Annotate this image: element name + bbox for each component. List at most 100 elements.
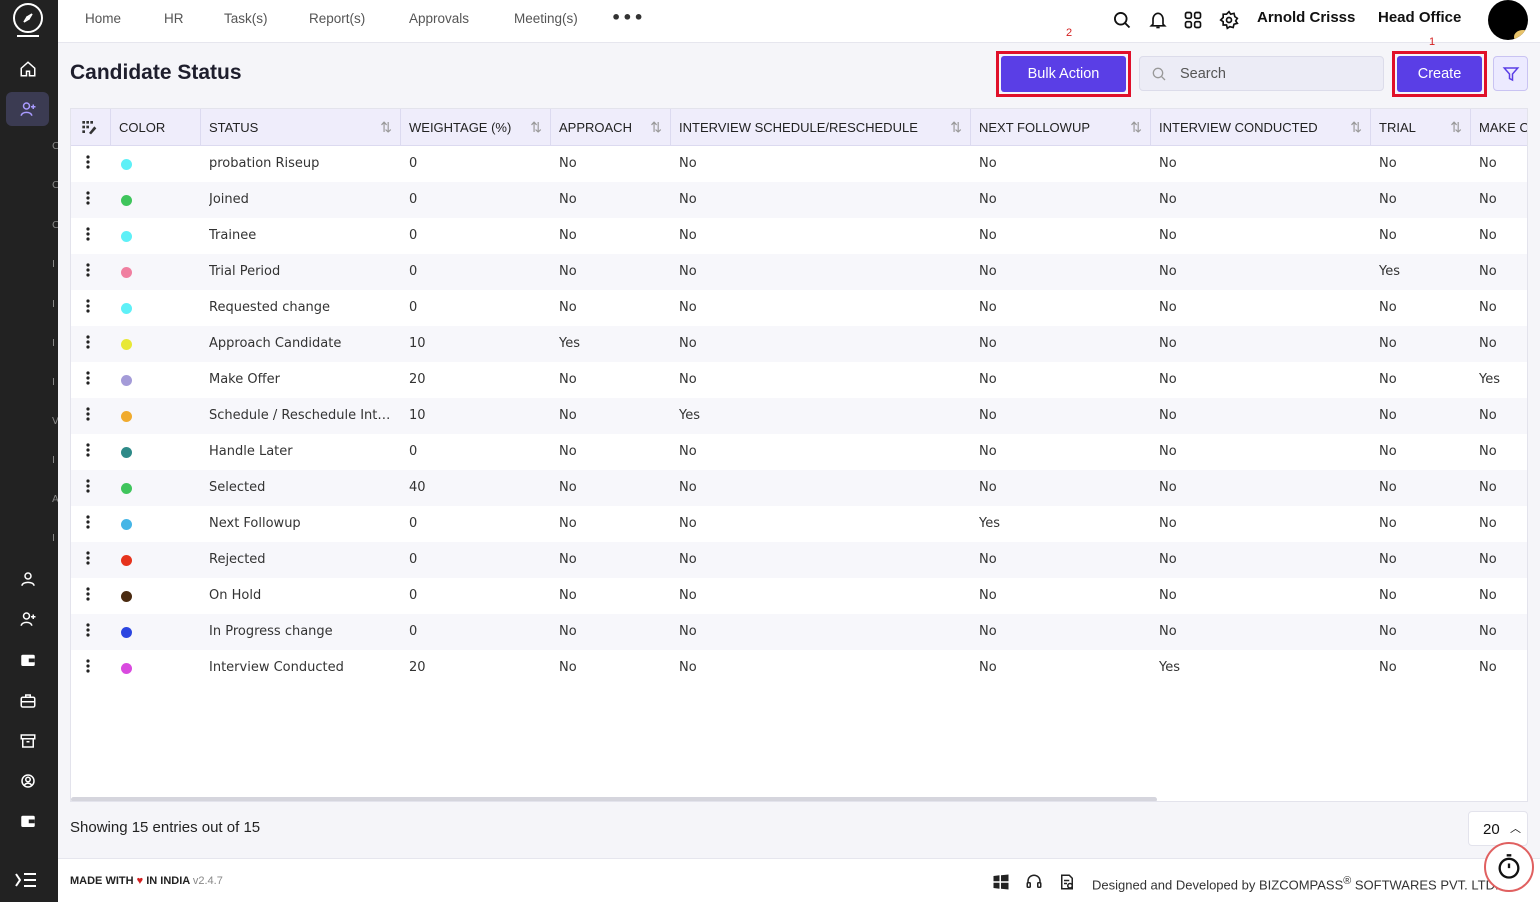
column-header-color[interactable]: COLOR [111, 109, 201, 146]
row-actions-icon[interactable] [85, 479, 91, 493]
table-row[interactable]: Rejected 0 No No No No No No [71, 542, 1527, 578]
row-actions-icon[interactable] [85, 227, 91, 241]
table-row[interactable]: On Hold 0 No No No No No No [71, 578, 1527, 614]
compass-logo-icon[interactable] [13, 3, 43, 33]
row-actions-icon[interactable] [85, 155, 91, 169]
home-icon[interactable] [6, 52, 49, 86]
table-row[interactable]: Schedule / Reschedule Interview 10 No Yes No… [71, 398, 1527, 434]
cell-interview-conducted: No [1159, 588, 1177, 603]
headset-icon[interactable] [1025, 873, 1043, 891]
wallet-icon[interactable] [6, 643, 49, 677]
column-header-weightage[interactable]: WEIGHTAGE (%) ⇅ [401, 109, 551, 146]
cell-make-offer: No [1479, 588, 1497, 603]
row-actions-icon[interactable] [85, 443, 91, 457]
document-icon[interactable] [1058, 873, 1076, 891]
collapsed-menu-label: I [52, 299, 55, 309]
column-chooser-icon[interactable] [71, 109, 111, 146]
cell-next-followup: No [979, 372, 997, 387]
cell-approach: No [559, 408, 577, 423]
column-header-trial[interactable]: TRIAL ⇅ [1371, 109, 1471, 146]
cell-status: Trial Period [209, 264, 281, 279]
table-row[interactable]: Joined 0 No No No No No No [71, 182, 1527, 218]
cell-weightage: 0 [409, 516, 418, 531]
row-actions-icon[interactable] [85, 407, 91, 421]
sort-icon[interactable]: ⇅ [950, 109, 962, 146]
nav-approvals[interactable]: Approvals [409, 11, 469, 26]
archive-icon[interactable] [6, 724, 49, 758]
filter-button[interactable] [1493, 56, 1528, 91]
nav-meetings[interactable]: Meeting(s) [514, 11, 578, 26]
column-header-interview-conducted[interactable]: INTERVIEW CONDUCTED ⇅ [1151, 109, 1371, 146]
column-header-interview-schedule[interactable]: INTERVIEW SCHEDULE/RESCHEDULE ⇅ [671, 109, 971, 146]
user-icon[interactable] [6, 562, 49, 596]
stopwatch-button[interactable] [1484, 842, 1534, 892]
row-actions-icon[interactable] [85, 515, 91, 529]
cell-status: Handle Later [209, 444, 293, 459]
search-input[interactable] [1180, 63, 1375, 85]
nav-tasks[interactable]: Task(s) [224, 11, 268, 26]
column-header-make-offer[interactable]: MAKE OFFER [1471, 109, 1527, 146]
windows-icon[interactable] [992, 873, 1010, 891]
row-actions-icon[interactable] [85, 551, 91, 565]
bulk-action-button[interactable]: Bulk Action [1001, 56, 1126, 92]
table-row[interactable]: Handle Later 0 No No No No No No [71, 434, 1527, 470]
column-header-status[interactable]: STATUS ⇅ [201, 109, 401, 146]
cell-status: Approach Candidate [209, 336, 342, 351]
table-row[interactable]: In Progress change 0 No No No No No No [71, 614, 1527, 650]
row-actions-icon[interactable] [85, 371, 91, 385]
table-row[interactable]: Selected 40 No No No No No No [71, 470, 1527, 506]
cell-interview-conducted: No [1159, 300, 1177, 315]
office-name[interactable]: Head Office [1378, 9, 1461, 26]
sort-icon[interactable]: ⇅ [380, 109, 392, 146]
nav-reports[interactable]: Report(s) [309, 11, 365, 26]
user-name[interactable]: Arnold Crisss [1257, 9, 1355, 26]
add-user-icon[interactable] [6, 92, 49, 126]
gear-icon[interactable] [1219, 10, 1239, 30]
user-add-icon[interactable] [6, 602, 49, 636]
sort-icon[interactable]: ⇅ [1130, 109, 1142, 146]
table-row[interactable]: Next Followup 0 No No Yes No No No [71, 506, 1527, 542]
create-button[interactable]: Create [1397, 56, 1482, 92]
search-icon[interactable] [1112, 10, 1132, 30]
row-actions-icon[interactable] [85, 191, 91, 205]
row-actions-icon[interactable] [85, 587, 91, 601]
row-actions-icon[interactable] [85, 335, 91, 349]
cell-trial: No [1379, 228, 1397, 243]
row-actions-icon[interactable] [85, 299, 91, 313]
cell-weightage: 0 [409, 552, 418, 567]
sort-icon[interactable]: ⇅ [650, 109, 662, 146]
column-header-next-followup[interactable]: NEXT FOLLOWUP ⇅ [971, 109, 1151, 146]
table-row[interactable]: Interview Conducted 20 No No No Yes No No [71, 650, 1527, 686]
horizontal-scrollbar[interactable] [71, 797, 1157, 801]
table-row[interactable]: probation Riseup 0 No No No No No No [71, 146, 1527, 182]
nav-more-button[interactable]: ••• [611, 8, 645, 27]
table-row[interactable]: Trainee 0 No No No No No No [71, 218, 1527, 254]
wallet-icon[interactable] [6, 804, 49, 838]
row-actions-icon[interactable] [85, 659, 91, 673]
sidebar-toggle-icon[interactable] [14, 870, 38, 890]
table-row[interactable]: Requested change 0 No No No No No No [71, 290, 1527, 326]
avatar[interactable] [1488, 0, 1528, 40]
nav-home[interactable]: Home [85, 11, 121, 26]
table-row[interactable]: Make Offer 20 No No No No No Yes [71, 362, 1527, 398]
sort-icon[interactable]: ⇅ [1450, 109, 1462, 146]
table-row[interactable]: Approach Candidate 10 Yes No No No No No [71, 326, 1527, 362]
table-row[interactable]: Trial Period 0 No No No No Yes No [71, 254, 1527, 290]
sort-icon[interactable]: ⇅ [1350, 109, 1362, 146]
status-color-dot [121, 519, 132, 530]
briefcase-icon[interactable] [6, 684, 49, 718]
sort-icon[interactable]: ⇅ [530, 109, 542, 146]
filter-icon [1502, 66, 1519, 81]
row-actions-icon[interactable] [85, 623, 91, 637]
page-size-select[interactable]: 20 ︿ [1468, 811, 1528, 846]
collapsed-menu-label: V [52, 416, 58, 426]
cell-approach: No [559, 624, 577, 639]
column-header-approach[interactable]: APPROACH ⇅ [551, 109, 671, 146]
bell-icon[interactable] [1148, 10, 1168, 30]
nav-hr[interactable]: HR [164, 11, 184, 26]
apps-grid-icon[interactable] [1183, 10, 1203, 30]
settings-user-icon[interactable] [6, 764, 49, 798]
collapsed-menu-label: I [52, 455, 55, 465]
status-color-dot [121, 627, 132, 638]
row-actions-icon[interactable] [85, 263, 91, 277]
